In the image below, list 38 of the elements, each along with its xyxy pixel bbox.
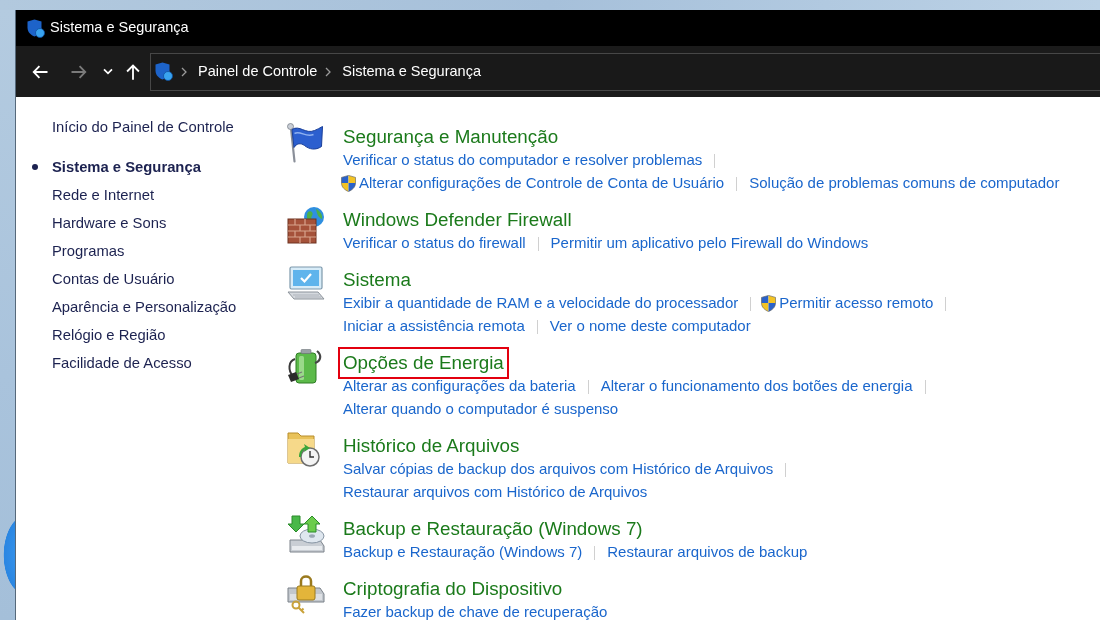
breadcrumb-link[interactable]: Sistema e Segurança	[342, 60, 481, 83]
task-link[interactable]: Solução de problemas comuns de computador	[749, 172, 1060, 195]
chevron-down-icon	[103, 68, 113, 75]
drive-arrows-icon	[287, 515, 325, 553]
chevron-right-icon	[181, 66, 187, 77]
flag-icon	[287, 123, 324, 164]
window-title: Sistema e Segurança	[50, 18, 189, 38]
folder-clock-icon	[287, 432, 320, 467]
category-link[interactable]: Opções de Energia	[338, 347, 509, 379]
sidebar-link[interactable]: Sistema e Segurança	[52, 155, 201, 179]
task-link[interactable]: Alterar configurações de Controle de Conta de Usuário	[359, 172, 725, 195]
task-link[interactable]: Permitir acesso remoto	[779, 292, 934, 315]
sidebar-link[interactable]: Aparência e Personalização	[52, 295, 237, 319]
sidebar-link[interactable]: Facilidade de Acesso	[52, 351, 192, 375]
chevron-right-icon	[325, 66, 332, 77]
brick-wall-globe-icon	[287, 206, 325, 244]
sidebar-link[interactable]: Relógio e Região	[52, 323, 166, 347]
shield-icon	[27, 18, 45, 38]
drive-padlock-icon	[287, 575, 325, 615]
task-link[interactable]: Restaurar arquivos com Histórico de Arquivos	[343, 481, 648, 504]
arrow-up-icon	[126, 63, 140, 80]
task-link[interactable]: Ver o nome deste computador	[549, 315, 751, 338]
task-link[interactable]: Alterar quando o computador é suspenso	[343, 398, 619, 421]
task-link[interactable]: Alterar o funcionamento dos botões de energia	[600, 375, 913, 398]
monitor-check-icon	[287, 266, 325, 300]
arrow-left-icon	[31, 64, 49, 79]
battery-plug-icon	[287, 349, 323, 384]
sidebar-link[interactable]: Contas de Usuário	[52, 267, 175, 291]
shield-icon	[155, 62, 173, 81]
sidebar-link[interactable]: Rede e Internet	[52, 183, 154, 207]
address-bar[interactable]: Painel de Controle Sistema e Segurança	[150, 52, 1100, 91]
sidebar-link[interactable]: Hardware e Sons	[52, 211, 167, 235]
bullet-icon	[32, 164, 38, 170]
sidebar-link[interactable]: Início do Painel de Controle	[52, 115, 234, 139]
arrow-right-icon	[69, 64, 87, 79]
task-link[interactable]: Iniciar a assistência remota	[343, 315, 525, 338]
sidebar-link[interactable]: Programas	[52, 239, 125, 263]
breadcrumb-link[interactable]: Painel de Controle	[198, 60, 318, 83]
